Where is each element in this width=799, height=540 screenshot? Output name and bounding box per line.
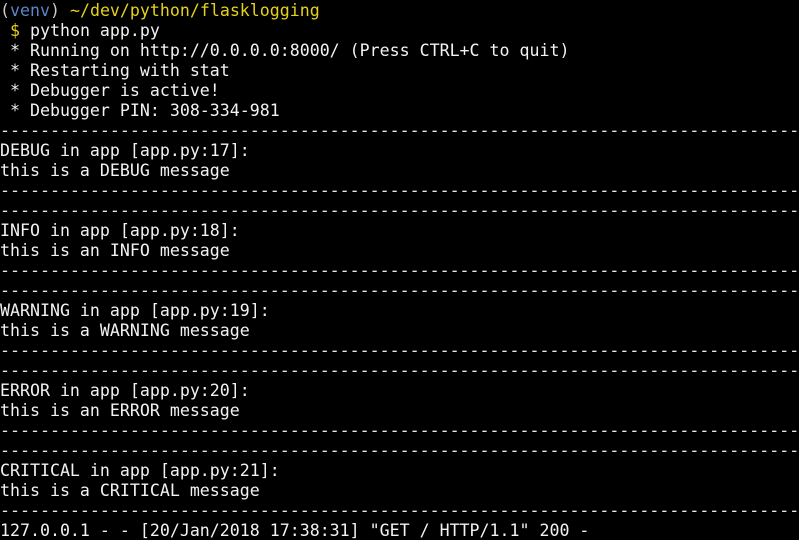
startup-line-running: * Running on http://0.0.0.0:8000/ (Press… (0, 41, 570, 60)
startup-line-restarting: * Restarting with stat (0, 61, 230, 80)
log-separator: ----------------------------------------… (0, 201, 799, 220)
log-message-critical: this is a CRITICAL message (0, 481, 260, 500)
log-separator: ----------------------------------------… (0, 341, 799, 360)
log-header-error: ERROR in app [app.py:20]: (0, 381, 250, 400)
venv-open-paren: ( (0, 1, 10, 20)
log-message-error: this is an ERROR message (0, 401, 240, 420)
access-log-line: 127.0.0.1 - - [20/Jan/2018 17:38:31] "GE… (0, 521, 590, 540)
log-separator: ----------------------------------------… (0, 441, 799, 460)
log-header-warning: WARNING in app [app.py:19]: (0, 301, 270, 320)
log-header-debug: DEBUG in app [app.py:17]: (0, 141, 250, 160)
log-message-info: this is an INFO message (0, 241, 230, 260)
log-separator: ----------------------------------------… (0, 501, 799, 520)
venv-name: venv (10, 1, 50, 20)
log-separator: ----------------------------------------… (0, 261, 799, 280)
current-directory: ~/dev/python/flasklogging (69, 1, 320, 20)
log-message-warning: this is a WARNING message (0, 321, 250, 340)
log-separator: ----------------------------------------… (0, 421, 799, 440)
terminal-window[interactable]: (venv) ~/dev/python/flasklogging $ pytho… (0, 0, 799, 540)
log-separator: ----------------------------------------… (0, 121, 799, 140)
startup-line-debugger-pin: * Debugger PIN: 308-334-981 (0, 101, 280, 120)
log-header-critical: CRITICAL in app [app.py:21]: (0, 461, 280, 480)
log-separator: ----------------------------------------… (0, 181, 799, 200)
log-header-info: INFO in app [app.py:18]: (0, 221, 240, 240)
log-separator: ----------------------------------------… (0, 361, 799, 380)
startup-line-debugger-active: * Debugger is active! (0, 81, 220, 100)
log-separator: ----------------------------------------… (0, 281, 799, 300)
log-message-debug: this is a DEBUG message (0, 161, 230, 180)
command-line: $ python app.py (0, 21, 799, 41)
prompt-path-line: (venv) ~/dev/python/flasklogging (0, 1, 799, 21)
prompt-symbol: $ (10, 21, 20, 40)
venv-close-paren: ) (49, 1, 60, 20)
command-text: python app.py (30, 21, 160, 40)
